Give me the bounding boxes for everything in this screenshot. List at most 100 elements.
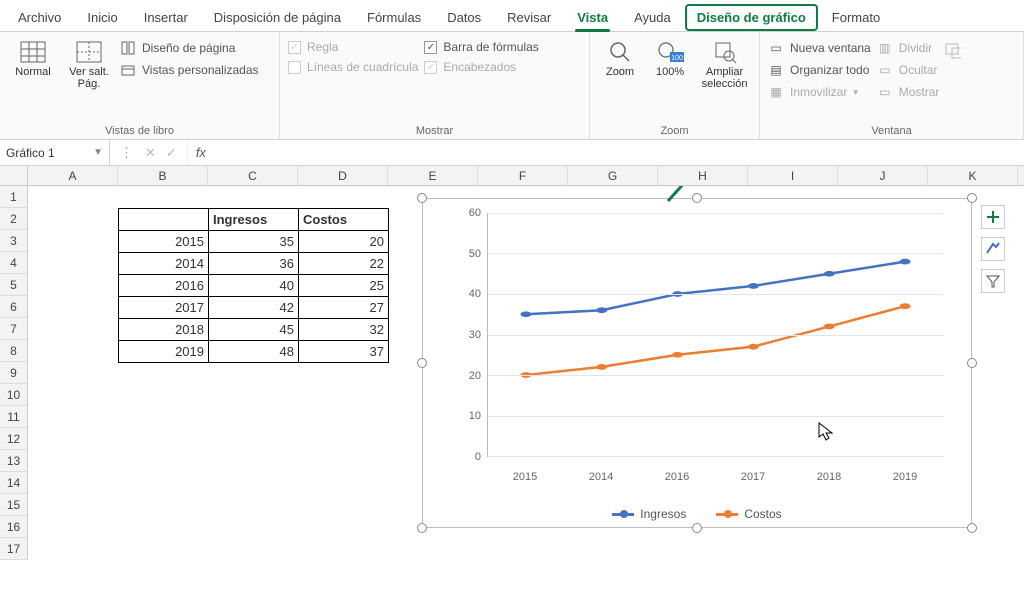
row-header[interactable]: 17 — [0, 538, 28, 560]
column-header[interactable]: E — [388, 166, 478, 185]
table-cell[interactable]: 42 — [209, 297, 299, 319]
table-cell[interactable]: 27 — [299, 297, 389, 319]
row-header[interactable]: 5 — [0, 274, 28, 296]
column-header[interactable]: H — [658, 166, 748, 185]
chart-styles-button[interactable] — [981, 237, 1005, 261]
table-cell[interactable]: 2017 — [119, 297, 209, 319]
row-header[interactable]: 2 — [0, 208, 28, 230]
column-header[interactable]: K — [928, 166, 1018, 185]
custom-views-button[interactable]: Vistas personalizadas — [120, 62, 259, 78]
table-cell[interactable]: 40 — [209, 275, 299, 297]
table-cell[interactable]: 20 — [299, 231, 389, 253]
resize-handle[interactable] — [967, 358, 977, 368]
column-header[interactable]: D — [298, 166, 388, 185]
column-header[interactable]: B — [118, 166, 208, 185]
table-cell[interactable]: 2019 — [119, 341, 209, 363]
column-header[interactable]: J — [838, 166, 928, 185]
chart-elements-button[interactable] — [981, 205, 1005, 229]
tab-chart-design[interactable]: Diseño de gráfico — [685, 4, 818, 31]
chart-object[interactable]: 201520142016201720182019 0102030405060 I… — [422, 198, 972, 528]
table-cell[interactable]: 2018 — [119, 319, 209, 341]
table-cell[interactable]: 2014 — [119, 253, 209, 275]
column-headers[interactable]: ABCDEFGHIJK — [0, 166, 1024, 186]
legend-item-ingresos[interactable]: Ingresos — [612, 507, 686, 521]
resize-handle[interactable] — [692, 193, 702, 203]
table-cell[interactable]: 2016 — [119, 275, 209, 297]
tab-review[interactable]: Revisar — [495, 4, 563, 31]
table-cell[interactable]: 22 — [299, 253, 389, 275]
tab-home[interactable]: Inicio — [75, 4, 129, 31]
page-layout-button[interactable]: Diseño de página — [120, 40, 259, 56]
view-pagebreak-button[interactable]: Ver salt. Pág. — [64, 36, 114, 90]
chart-filters-button[interactable] — [981, 269, 1005, 293]
fx-label[interactable]: fx — [188, 140, 214, 165]
resize-handle[interactable] — [417, 358, 427, 368]
tab-view[interactable]: Vista — [565, 4, 620, 31]
table-cell[interactable]: 25 — [299, 275, 389, 297]
zoom-selection-button[interactable]: Ampliar selección — [698, 36, 751, 90]
data-table[interactable]: Ingresos Costos 201535202014362220164025… — [118, 208, 389, 363]
row-header[interactable]: 6 — [0, 296, 28, 318]
zoom-button[interactable]: Zoom — [598, 36, 642, 78]
resize-handle[interactable] — [967, 193, 977, 203]
column-header[interactable]: F — [478, 166, 568, 185]
table-row[interactable]: 20184532 — [119, 319, 389, 341]
row-header[interactable]: 11 — [0, 406, 28, 428]
formulabar-checkbox[interactable]: ✓Barra de fórmulas — [424, 40, 538, 54]
legend-item-costos[interactable]: Costos — [716, 507, 781, 521]
new-window-button[interactable]: ▭ Nueva ventana — [768, 40, 871, 56]
table-cell[interactable]: 36 — [209, 253, 299, 275]
row-header[interactable]: 1 — [0, 186, 28, 208]
tab-formulas[interactable]: Fórmulas — [355, 4, 433, 31]
row-header[interactable]: 10 — [0, 384, 28, 406]
table-cell[interactable]: 32 — [299, 319, 389, 341]
column-header[interactable]: A — [28, 166, 118, 185]
table-cell[interactable]: 48 — [209, 341, 299, 363]
row-header[interactable]: 15 — [0, 494, 28, 516]
zoom-100-button[interactable]: 100 100% — [648, 36, 692, 78]
tab-pagelayout[interactable]: Disposición de página — [202, 4, 353, 31]
row-header[interactable]: 12 — [0, 428, 28, 450]
row-header[interactable]: 3 — [0, 230, 28, 252]
accept-icon[interactable]: ✓ — [166, 145, 177, 161]
table-cell[interactable]: 35 — [209, 231, 299, 253]
table-row[interactable]: 20194837 — [119, 341, 389, 363]
dots-icon[interactable]: ⋮ — [120, 145, 135, 161]
resize-handle[interactable] — [417, 193, 427, 203]
resize-handle[interactable] — [417, 523, 427, 533]
chart-plot-area[interactable]: 201520142016201720182019 0102030405060 — [441, 213, 953, 483]
row-header[interactable]: 8 — [0, 340, 28, 362]
select-all-corner[interactable] — [0, 166, 28, 185]
column-header[interactable]: C — [208, 166, 298, 185]
row-header[interactable]: 9 — [0, 362, 28, 384]
name-box[interactable]: Gráfico 1 ▼ — [0, 140, 110, 165]
row-header[interactable]: 14 — [0, 472, 28, 494]
row-header[interactable]: 13 — [0, 450, 28, 472]
tab-format[interactable]: Formato — [820, 4, 892, 31]
tab-help[interactable]: Ayuda — [622, 4, 683, 31]
resize-handle[interactable] — [692, 523, 702, 533]
table-row[interactable]: 20143622 — [119, 253, 389, 275]
tab-file[interactable]: Archivo — [6, 4, 73, 31]
chart-legend[interactable]: Ingresos Costos — [423, 507, 971, 521]
table-cell[interactable]: 37 — [299, 341, 389, 363]
table-cell[interactable]: 45 — [209, 319, 299, 341]
row-header[interactable]: 4 — [0, 252, 28, 274]
column-header[interactable]: I — [748, 166, 838, 185]
tab-data[interactable]: Datos — [435, 4, 493, 31]
tab-insert[interactable]: Insertar — [132, 4, 200, 31]
arrange-all-button[interactable]: ▤ Organizar todo — [768, 62, 871, 78]
worksheet[interactable]: ABCDEFGHIJK 1234567891011121314151617 In… — [0, 166, 1024, 596]
table-row[interactable]: 20153520 — [119, 231, 389, 253]
table-cell[interactable]: 2015 — [119, 231, 209, 253]
cancel-icon[interactable]: ✕ — [145, 145, 156, 161]
view-normal-button[interactable]: Normal — [8, 36, 58, 78]
row-header[interactable]: 7 — [0, 318, 28, 340]
row-headers[interactable]: 1234567891011121314151617 — [0, 186, 28, 586]
table-row[interactable]: 20174227 — [119, 297, 389, 319]
row-header[interactable]: 16 — [0, 516, 28, 538]
formula-input[interactable] — [214, 140, 1024, 165]
table-row[interactable]: 20164025 — [119, 275, 389, 297]
column-header[interactable]: G — [568, 166, 658, 185]
resize-handle[interactable] — [967, 523, 977, 533]
